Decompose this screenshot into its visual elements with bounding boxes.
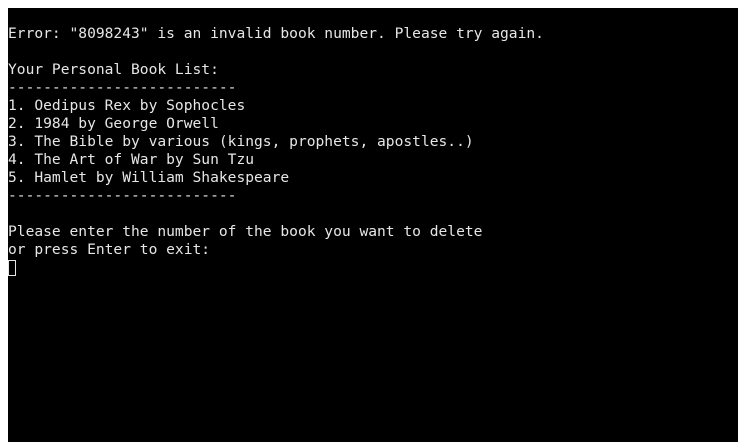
- book-list-item: 1. Oedipus Rex by Sophocles: [8, 97, 246, 114]
- book-list-item: 4. The Art of War by Sun Tzu: [8, 151, 255, 168]
- book-list-heading: Your Personal Book List:: [8, 61, 219, 78]
- book-list-item: 3. The Bible by various (kings, prophets…: [8, 133, 474, 150]
- prompt-text-line-1: Please enter the number of the book you …: [8, 223, 483, 240]
- terminal-window[interactable]: Error: "8098243" is an invalid book numb…: [8, 8, 738, 442]
- book-list-item: 5. Hamlet by William Shakespeare: [8, 169, 290, 186]
- prompt-text-line-2: or press Enter to exit:: [8, 241, 211, 258]
- book-list-item: 2. 1984 by George Orwell: [8, 115, 219, 132]
- text-cursor: [8, 260, 16, 276]
- separator-bottom: --------------------------: [8, 187, 237, 204]
- separator-top: --------------------------: [8, 79, 237, 96]
- input-line[interactable]: [8, 259, 738, 277]
- error-message: Error: "8098243" is an invalid book numb…: [8, 25, 544, 42]
